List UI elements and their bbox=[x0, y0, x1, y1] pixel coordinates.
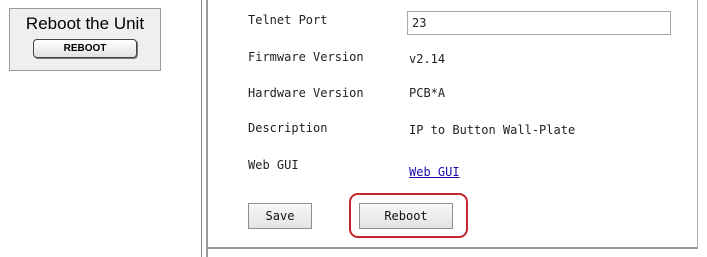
firmware-version-label: Firmware Version bbox=[248, 50, 364, 64]
reboot-unit-callout: Reboot the Unit REBOOT bbox=[9, 8, 161, 71]
web-gui-label: Web GUI bbox=[248, 158, 299, 172]
description-label: Description bbox=[248, 121, 328, 135]
telnet-port-label: Telnet Port bbox=[248, 13, 328, 27]
telnet-port-input[interactable]: 23 bbox=[407, 11, 671, 35]
hardware-version-value: PCB*A bbox=[409, 86, 446, 100]
settings-panel: Telnet Port 23 Firmware Version v2.14 Ha… bbox=[208, 0, 698, 249]
hardware-version-label: Hardware Version bbox=[248, 86, 364, 100]
reboot-unit-title: Reboot the Unit bbox=[25, 14, 145, 33]
description-value: IP to Button Wall-Plate bbox=[409, 123, 576, 137]
firmware-version-value: v2.14 bbox=[409, 52, 446, 66]
save-button[interactable]: Save bbox=[248, 203, 312, 229]
reboot-callout-button[interactable]: REBOOT bbox=[33, 39, 137, 58]
panel-divider-outer bbox=[201, 0, 202, 257]
reboot-button[interactable]: Reboot bbox=[359, 203, 453, 229]
web-gui-link[interactable]: Web GUI bbox=[409, 165, 460, 179]
